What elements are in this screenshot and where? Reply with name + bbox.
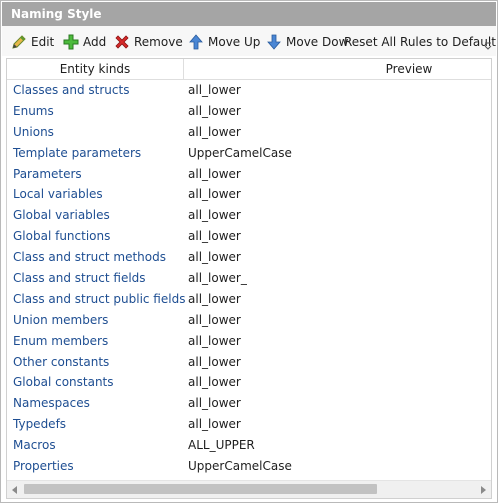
entity-kind-cell[interactable]: Class and struct methods <box>13 247 166 268</box>
table-row[interactable]: Macros ALL_UPPER <box>7 435 491 456</box>
scrollbar-thumb[interactable] <box>24 484 377 494</box>
table-row[interactable]: Enum members all_lower <box>7 331 491 352</box>
close-icon <box>113 33 131 51</box>
preview-cell: all_lower <box>188 229 241 244</box>
preview-cell: all_lower <box>188 312 241 327</box>
table-row[interactable]: Global variables all_lower <box>7 205 491 226</box>
table-row[interactable]: Properties UpperCamelCase <box>7 456 491 477</box>
plus-icon <box>62 33 80 51</box>
table-row[interactable]: Class and struct public fields all_lower <box>7 289 491 310</box>
preview-cell: all_lower <box>188 333 241 348</box>
preview-cell: all_lower <box>188 291 241 306</box>
edit-button[interactable]: Edit <box>10 31 54 52</box>
table-row[interactable]: Classes and structs all_lower <box>7 80 491 101</box>
preview-cell: UpperCamelCase <box>188 459 292 474</box>
entity-kind-cell[interactable]: Template parameters <box>13 143 141 164</box>
horizontal-scrollbar[interactable] <box>7 480 491 498</box>
entity-kind-cell[interactable]: Union members <box>13 310 108 331</box>
column-header-entity-kinds[interactable]: Entity kinds <box>7 59 184 79</box>
entity-kind-cell[interactable]: Enums <box>13 101 54 122</box>
table-row[interactable]: Global functions all_lower <box>7 226 491 247</box>
entity-kind-cell[interactable]: Local variables <box>13 184 103 205</box>
preview-cell: all_lower <box>188 375 241 390</box>
entity-kind-cell[interactable]: Unions <box>13 122 54 143</box>
entity-kind-cell[interactable]: Namespaces <box>13 393 90 414</box>
entity-kind-cell[interactable]: Global variables <box>13 205 110 226</box>
preview-cell: all_lower <box>188 83 241 97</box>
table-row[interactable]: Local variables all_lower <box>7 184 491 205</box>
table-row[interactable]: Global constants all_lower <box>7 372 491 393</box>
table-row[interactable]: Class and struct fields all_lower_ <box>7 268 491 289</box>
reset-all-label: Reset All Rules to Default <box>344 34 496 49</box>
entity-kind-cell[interactable]: Enum members <box>13 331 108 352</box>
preview-cell: all_lower <box>188 166 241 181</box>
toolbar: Edit Add Remove Move Up Move Dow Reset A… <box>2 26 496 56</box>
preview-cell: all_lower <box>188 124 241 139</box>
move-up-button[interactable]: Move Up <box>187 31 260 52</box>
pencil-icon <box>10 33 28 51</box>
table-row[interactable]: Unions all_lower <box>7 122 491 143</box>
move-down-button[interactable]: Move Dow <box>265 31 348 52</box>
scroll-left-icon[interactable] <box>7 481 23 498</box>
arrow-up-icon <box>187 33 205 51</box>
table-row[interactable]: Union members all_lower <box>7 310 491 331</box>
table-row[interactable]: Class and struct methods all_lower <box>7 247 491 268</box>
table-row[interactable]: Typedefs all_lower <box>7 414 491 435</box>
preview-cell: UpperCamelCase <box>188 145 292 160</box>
remove-button[interactable]: Remove <box>113 31 183 52</box>
grid-rows: Classes and structs all_lower Enums all_low… <box>7 80 491 477</box>
panel-title: Naming Style <box>2 2 496 26</box>
naming-rules-grid: Entity kinds Preview Classes and structs… <box>6 58 492 499</box>
entity-kind-cell[interactable]: Macros <box>13 435 56 456</box>
add-button[interactable]: Add <box>62 31 106 52</box>
entity-kind-cell[interactable]: Global functions <box>13 226 110 247</box>
preview-cell: all_lower <box>188 187 241 202</box>
entity-kind-cell[interactable]: Class and struct public fields <box>13 289 185 310</box>
entity-kind-cell[interactable]: Classes and structs <box>13 80 129 101</box>
entity-kind-cell[interactable]: Other constants <box>13 352 109 373</box>
scroll-right-icon[interactable] <box>475 481 491 498</box>
preview-cell: all_lower <box>188 417 241 432</box>
arrow-down-icon <box>265 33 283 51</box>
preview-cell: all_lower_ <box>188 271 247 286</box>
edit-label: Edit <box>31 34 55 49</box>
entity-kind-cell[interactable]: Parameters <box>13 164 82 185</box>
table-row[interactable]: Parameters all_lower <box>7 164 491 185</box>
remove-label: Remove <box>134 34 183 49</box>
move-down-label: Move Dow <box>286 34 349 49</box>
preview-cell: ALL_UPPER <box>188 438 255 453</box>
add-label: Add <box>83 34 107 49</box>
reset-all-button[interactable]: Reset All Rules to Default <box>344 31 496 52</box>
preview-cell: all_lower <box>188 396 241 411</box>
entity-kind-cell[interactable]: Typedefs <box>13 414 66 435</box>
table-row[interactable]: Other constants all_lower <box>7 352 491 373</box>
grid-header: Entity kinds Preview <box>7 59 491 80</box>
table-row[interactable]: Template parameters UpperCamelCase <box>7 143 491 164</box>
preview-cell: all_lower <box>188 208 241 223</box>
entity-kind-cell[interactable]: Global constants <box>13 372 114 393</box>
table-row[interactable]: Enums all_lower <box>7 101 491 122</box>
move-up-label: Move Up <box>208 34 261 49</box>
entity-kind-cell[interactable]: Class and struct fields <box>13 268 146 289</box>
preview-cell: all_lower <box>188 103 241 118</box>
preview-cell: all_lower <box>188 354 241 369</box>
toolbar-overflow-icon[interactable] <box>484 40 492 50</box>
preview-cell: all_lower <box>188 250 241 265</box>
table-row[interactable]: Namespaces all_lower <box>7 393 491 414</box>
entity-kind-cell[interactable]: Properties <box>13 456 74 477</box>
column-header-preview[interactable]: Preview <box>184 59 491 79</box>
naming-style-panel: Naming Style Edit Add Remove Move Up Mov… <box>0 0 498 503</box>
